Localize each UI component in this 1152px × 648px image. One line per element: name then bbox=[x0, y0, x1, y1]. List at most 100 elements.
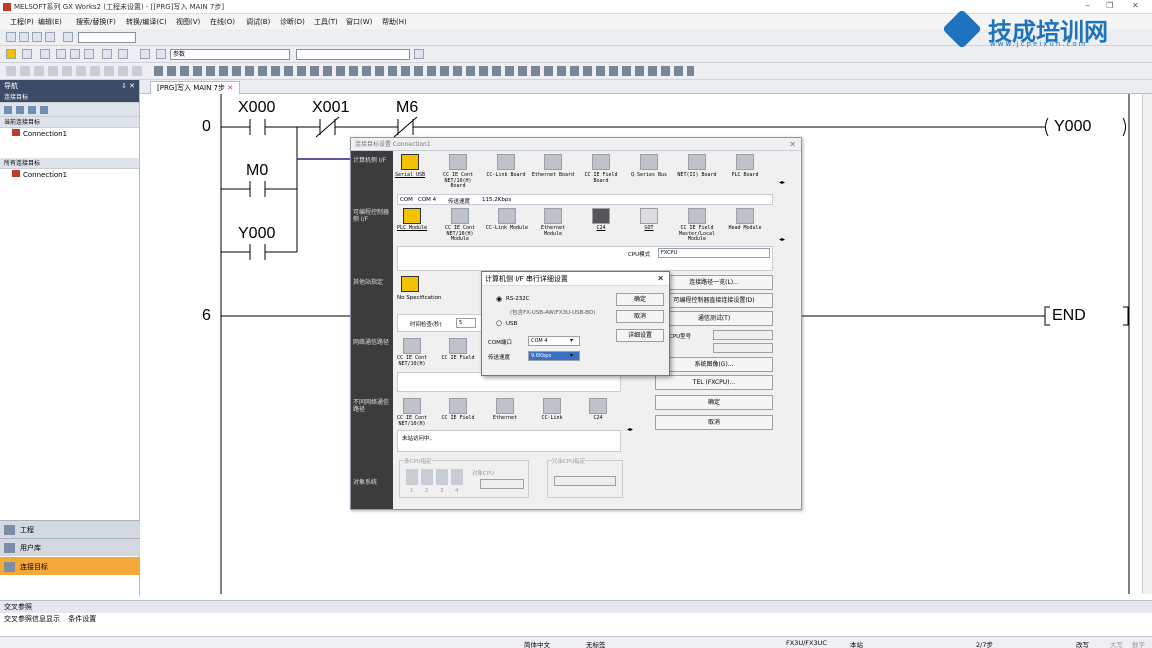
ethernet-board-icon[interactable] bbox=[544, 154, 562, 170]
device-icon[interactable] bbox=[102, 49, 112, 59]
menu-debug[interactable]: 调试(B) bbox=[246, 17, 270, 27]
usb-radio[interactable]: ○ bbox=[496, 319, 502, 327]
open-icon[interactable] bbox=[19, 32, 29, 42]
menu-find[interactable]: 搜索/替换(F) bbox=[76, 17, 116, 27]
diff-cc-link-icon[interactable] bbox=[543, 398, 561, 414]
timeout-value[interactable]: 5 bbox=[456, 318, 476, 328]
help-icon[interactable] bbox=[63, 32, 73, 42]
head-module-icon[interactable] bbox=[736, 208, 754, 224]
tab-close-icon[interactable]: ✕ bbox=[227, 84, 233, 92]
cpu1-button[interactable] bbox=[406, 469, 418, 485]
ethernet-module-icon[interactable] bbox=[544, 208, 562, 224]
menu-help[interactable]: 帮助(H) bbox=[382, 17, 407, 27]
print-icon[interactable] bbox=[45, 32, 55, 42]
chevron-down-icon[interactable]: ▾ bbox=[570, 337, 573, 344]
target-cpu-field[interactable] bbox=[480, 479, 524, 489]
cpu4-button[interactable] bbox=[451, 469, 463, 485]
ok-button[interactable]: 确定 bbox=[655, 395, 773, 410]
cc-ie-cont-board-icon[interactable] bbox=[449, 154, 467, 170]
search-go-icon[interactable] bbox=[414, 49, 424, 59]
serial-usb-icon[interactable] bbox=[401, 154, 419, 170]
ladder-symbols-icon[interactable] bbox=[154, 66, 694, 76]
menu-online[interactable]: 在线(O) bbox=[210, 17, 235, 27]
rs232c-radio[interactable]: ◉ bbox=[496, 295, 502, 303]
search-combo[interactable]: 参数 bbox=[170, 49, 290, 60]
route-cc-ie-field-icon[interactable] bbox=[449, 338, 467, 354]
menu-diagnostics[interactable]: 诊断(D) bbox=[280, 17, 305, 27]
scroll-arrows[interactable]: ◂▸ bbox=[779, 179, 785, 186]
direct-connection-button[interactable]: 可编程控制器直接连接设置(D) bbox=[655, 293, 773, 308]
plc-module-icon[interactable] bbox=[403, 208, 421, 224]
list-icon[interactable] bbox=[70, 49, 80, 59]
diff-c24-icon[interactable] bbox=[589, 398, 607, 414]
editor-scrollbar[interactable] bbox=[1142, 94, 1152, 594]
menu-window[interactable]: 窗口(W) bbox=[346, 17, 372, 27]
connection-route-list-button[interactable]: 连接路径一览(L)... bbox=[655, 275, 773, 290]
zoom-icon[interactable] bbox=[140, 49, 150, 59]
plc-board-icon[interactable] bbox=[736, 154, 754, 170]
system-image-button[interactable]: 系统图像(G)... bbox=[655, 357, 773, 372]
tab-xref-info[interactable]: 交叉参照信息显示 bbox=[4, 615, 60, 623]
route-cc-ie-cont-icon[interactable] bbox=[403, 338, 421, 354]
nav-project-button[interactable]: 工程 bbox=[0, 520, 140, 538]
q-series-bus-icon[interactable] bbox=[640, 154, 658, 170]
diff-ethernet-icon[interactable] bbox=[496, 398, 514, 414]
serial-detail-button[interactable]: 详细设置 bbox=[616, 329, 664, 342]
tab-prg-main[interactable]: [PRG]写入 MAIN 7步 ✕ bbox=[150, 81, 241, 94]
find-icon[interactable] bbox=[156, 49, 166, 59]
cc-link-module-icon[interactable] bbox=[498, 208, 516, 224]
nav-tool-icons[interactable] bbox=[4, 106, 52, 114]
cpu2-button[interactable] bbox=[421, 469, 433, 485]
close-icon[interactable]: ✕ bbox=[657, 272, 664, 286]
cpu3-button[interactable] bbox=[436, 469, 448, 485]
net-ii-board-icon[interactable] bbox=[688, 154, 706, 170]
maximize-button[interactable]: ❐ bbox=[1106, 1, 1113, 10]
close-button[interactable]: ✕ bbox=[1132, 1, 1139, 10]
communication-test-button[interactable]: 通信测试(T) bbox=[655, 311, 773, 326]
tel-fxcpu-button[interactable]: TEL (FXCPU)... bbox=[655, 375, 773, 390]
new-icon[interactable] bbox=[6, 32, 16, 42]
cc-ie-cont-module-icon[interactable] bbox=[451, 208, 469, 224]
usb-label: USB bbox=[506, 321, 518, 327]
no-specification-icon[interactable] bbox=[401, 276, 419, 292]
close-icon[interactable]: ✕ bbox=[789, 138, 796, 151]
nav-connection-button[interactable]: 连接目标 bbox=[0, 557, 140, 575]
cc-ie-field-module-icon[interactable] bbox=[688, 208, 706, 224]
sort-icon[interactable] bbox=[118, 49, 128, 59]
cc-link-board-icon[interactable] bbox=[497, 154, 515, 170]
menu-view[interactable]: 视图(V) bbox=[176, 17, 200, 27]
cc-ie-field-board-icon[interactable] bbox=[592, 154, 610, 170]
plc-board-label: PLC Board bbox=[731, 172, 759, 178]
monitor-icon[interactable] bbox=[56, 49, 66, 59]
toolbar-combo[interactable] bbox=[78, 32, 136, 43]
minimize-button[interactable]: ‒ bbox=[1085, 1, 1090, 10]
scroll-arrows[interactable]: ◂▸ bbox=[779, 236, 785, 243]
tab-xref-conditions[interactable]: 条件设置 bbox=[68, 615, 96, 623]
window-icon[interactable] bbox=[40, 49, 50, 59]
scroll-arrows[interactable]: ◂▸ bbox=[627, 426, 633, 433]
grid-icon[interactable] bbox=[84, 49, 94, 59]
redundant-field[interactable] bbox=[554, 476, 616, 486]
menu-project[interactable]: 工程(P) bbox=[10, 17, 34, 27]
diff-cc-ie-field-icon[interactable] bbox=[449, 398, 467, 414]
edit-tools-icon[interactable] bbox=[6, 66, 146, 76]
status-step: 2/7步 bbox=[976, 641, 993, 648]
menu-tools[interactable]: 工具(T) bbox=[314, 17, 338, 27]
menu-edit[interactable]: 编辑(E) bbox=[38, 17, 62, 27]
c24-icon[interactable] bbox=[592, 208, 610, 224]
current-target-item[interactable]: Connection1 bbox=[0, 128, 139, 140]
user-library-icon[interactable] bbox=[22, 49, 32, 59]
serial-cancel-button[interactable]: 取消 bbox=[616, 310, 664, 323]
serial-ok-button[interactable]: 确定 bbox=[616, 293, 664, 306]
nav-user-library-button[interactable]: 用户库 bbox=[0, 538, 140, 556]
search-combo-2[interactable] bbox=[296, 49, 410, 60]
got-icon[interactable] bbox=[640, 208, 658, 224]
save-icon[interactable] bbox=[32, 32, 42, 42]
all-target-item[interactable]: Connection1 bbox=[0, 169, 139, 181]
cancel-button[interactable]: 取消 bbox=[655, 415, 773, 430]
diff-cc-ie-cont-icon[interactable] bbox=[403, 398, 421, 414]
project-icon[interactable] bbox=[6, 49, 16, 59]
chevron-down-icon[interactable]: ▾ bbox=[570, 352, 573, 359]
menu-convert[interactable]: 转换/编译(C) bbox=[126, 17, 167, 27]
nav-pin-icon[interactable]: ⇩ ✕ bbox=[121, 80, 135, 92]
